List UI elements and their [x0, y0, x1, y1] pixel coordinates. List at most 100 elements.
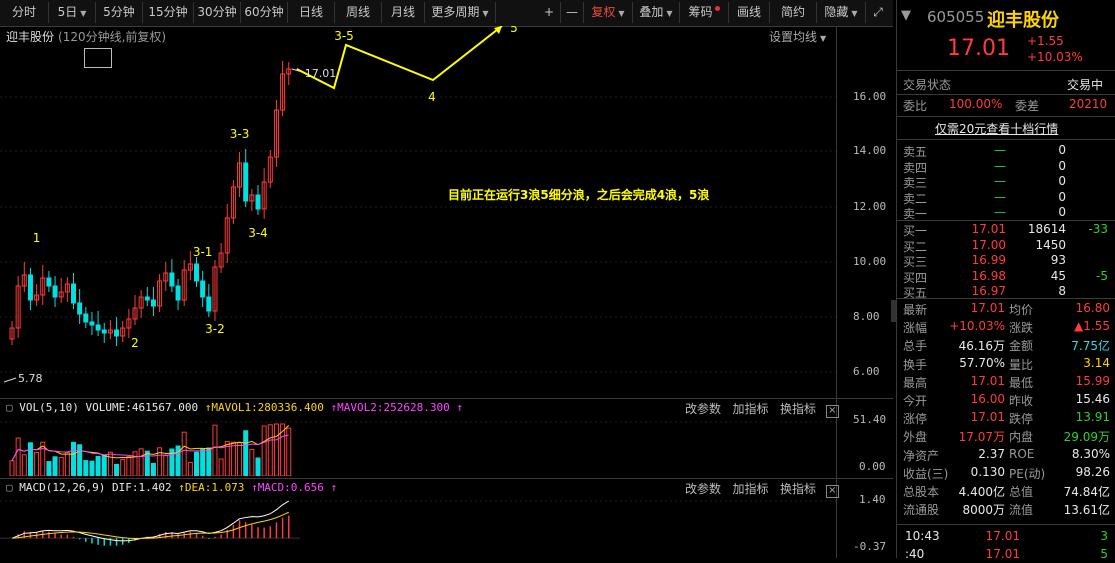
volume-bar: [249, 448, 255, 476]
period-60min[interactable]: 60分钟: [241, 2, 288, 23]
candle-down: [243, 162, 249, 202]
zoom-out-button[interactable]: —: [561, 2, 584, 23]
ask-volume: 0: [1058, 205, 1066, 219]
period-5day[interactable]: 5日 ▼: [49, 2, 96, 23]
period-5min[interactable]: 5分钟: [96, 2, 143, 23]
zoom-in-button[interactable]: +: [538, 2, 561, 23]
stat-row: 最高 17.01 最低 15.99: [897, 374, 1115, 390]
stat-value: 29.09万: [1063, 430, 1110, 445]
volume-bar: [9, 460, 15, 476]
candle-down: [89, 321, 95, 326]
price-block: 17.01 +1.55 +10.03%: [897, 34, 1115, 66]
volume-bar: [267, 424, 273, 476]
panel-toggle-icon[interactable]: ▢: [6, 401, 13, 414]
promo-row: 仅需20元查看十档行情: [897, 120, 1115, 136]
volume-bar: [21, 454, 27, 476]
period-fenshi[interactable]: 分时: [0, 2, 49, 23]
volume-bar: [46, 461, 52, 476]
tick-time: 10:43: [905, 529, 940, 543]
panel-toggle-icon[interactable]: ▢: [6, 481, 13, 494]
ask-label: 卖四: [903, 160, 928, 175]
expand-icon[interactable]: ⤢: [866, 2, 890, 23]
bid-row: 买三 16.99 93: [897, 253, 1115, 269]
divider: [897, 139, 1115, 140]
jianyue-button[interactable]: 简约: [770, 2, 817, 23]
volume-bar: [157, 447, 163, 476]
vol-switch-indicator-button[interactable]: 换指标: [780, 402, 816, 416]
volume-bar: [107, 451, 113, 476]
candle-down: [194, 263, 199, 282]
macd-chart[interactable]: [0, 497, 836, 558]
period-more[interactable]: 更多周期 ▼: [425, 2, 496, 23]
macd-name: MACD(12,26,9): [19, 481, 106, 494]
macd-switch-indicator-button[interactable]: 换指标: [780, 482, 816, 496]
up-arrow-icon: ↑: [251, 481, 258, 494]
period-15min[interactable]: 15分钟: [143, 2, 194, 23]
macd-add-indicator-button[interactable]: 加指标: [732, 482, 768, 496]
ask-volume: 0: [1058, 189, 1066, 204]
stat-label: 涨幅: [903, 321, 928, 336]
stat-label: 净资产: [903, 448, 940, 463]
wave-label: 3-4: [248, 226, 268, 240]
ask-price: —: [994, 174, 1006, 188]
volume-bar: [194, 451, 199, 476]
status-value: 交易中: [1067, 78, 1104, 92]
candle-down: [27, 274, 33, 301]
tick-price: 17.01: [985, 547, 1020, 561]
period-monthly[interactable]: 月线: [382, 2, 425, 23]
period-30min[interactable]: 30分钟: [194, 2, 241, 23]
chouma-button[interactable]: 筹码: [680, 2, 729, 23]
diejia-dropdown[interactable]: 叠加 ▼: [633, 2, 680, 23]
current-price: 17.01: [947, 36, 1010, 61]
stat-row: 今开 16.00 昨收 15.46: [897, 392, 1115, 408]
price-chart[interactable]: 17.01 5.78 1 2 3-1 3-2 3-3 3-4 3-5 4 5 目前正在运行3浪5细分浪…: [0, 26, 836, 398]
price-y-tick: 16.00: [853, 90, 887, 103]
promo-link[interactable]: 仅需20元查看十档行情: [935, 120, 1058, 137]
bid-label: 买三: [903, 255, 928, 269]
bid-price: 17.00: [971, 237, 1006, 252]
ask-price: —: [994, 189, 1006, 204]
stat-value: 7.75亿: [1071, 339, 1110, 354]
stat-label: 流值: [1009, 503, 1034, 518]
ask-row: 卖二 — 0: [897, 190, 1115, 206]
status-row: 交易状态 交易中: [897, 76, 1115, 92]
yincang-dropdown[interactable]: 隐藏 ▼: [817, 2, 866, 23]
stat-value: 17.07万: [958, 430, 1005, 445]
stat-value: 74.84亿: [1063, 485, 1110, 499]
period-more-label: 更多周期: [431, 5, 480, 19]
diejia-label: 叠加: [639, 5, 664, 19]
close-icon[interactable]: ×: [825, 405, 839, 418]
stat-row: 流通股 8000万 流值 13.61亿: [897, 501, 1115, 517]
bid-price: 16.99: [971, 253, 1006, 267]
notification-dot-icon: [714, 6, 720, 11]
price-y-tick: 10.00: [853, 255, 887, 268]
stat-row: 收益(三) 0.130 PE(动) 98.26: [897, 465, 1115, 481]
macd-params-button[interactable]: 改参数: [685, 482, 721, 496]
bid-volume: 8: [1058, 284, 1066, 298]
vol-name: VOL(5,10): [19, 401, 79, 414]
divider: [897, 116, 1115, 117]
stat-value: 17.01: [970, 410, 1005, 425]
stat-value: 17.01: [970, 373, 1005, 388]
dropdown-icon[interactable]: ▼: [901, 8, 911, 23]
period-daily[interactable]: 日线: [288, 2, 335, 23]
wave-label: 2: [131, 336, 139, 350]
period-weekly[interactable]: 周线: [335, 2, 382, 23]
stat-label: 换手: [903, 357, 928, 372]
candle-down: [83, 313, 89, 323]
macd-header: ▢ MACD(12,26,9) DIF:1.402 ↑DEA:1.073 ↑MA…: [6, 481, 337, 494]
macd-dif: DIF:1.402: [111, 481, 172, 494]
candle-down: [255, 194, 261, 210]
huaxian-button[interactable]: 画线: [729, 2, 770, 23]
price-change-pct: +10.03%: [1027, 50, 1083, 64]
ask-volume: 0: [1058, 158, 1066, 173]
up-arrow-icon: ↑: [330, 481, 338, 494]
vol-params-button[interactable]: 改参数: [685, 402, 721, 416]
fuquan-dropdown[interactable]: 复权 ▼: [584, 2, 633, 23]
ask-row: 卖一 —0: [897, 205, 1115, 221]
weibi-value: 100.00%: [949, 97, 1003, 111]
vol-add-indicator-button[interactable]: 加指标: [732, 402, 768, 416]
stat-value: +10.03%: [949, 319, 1005, 334]
panel-divider: [0, 398, 893, 399]
volume-chart[interactable]: [0, 418, 836, 476]
